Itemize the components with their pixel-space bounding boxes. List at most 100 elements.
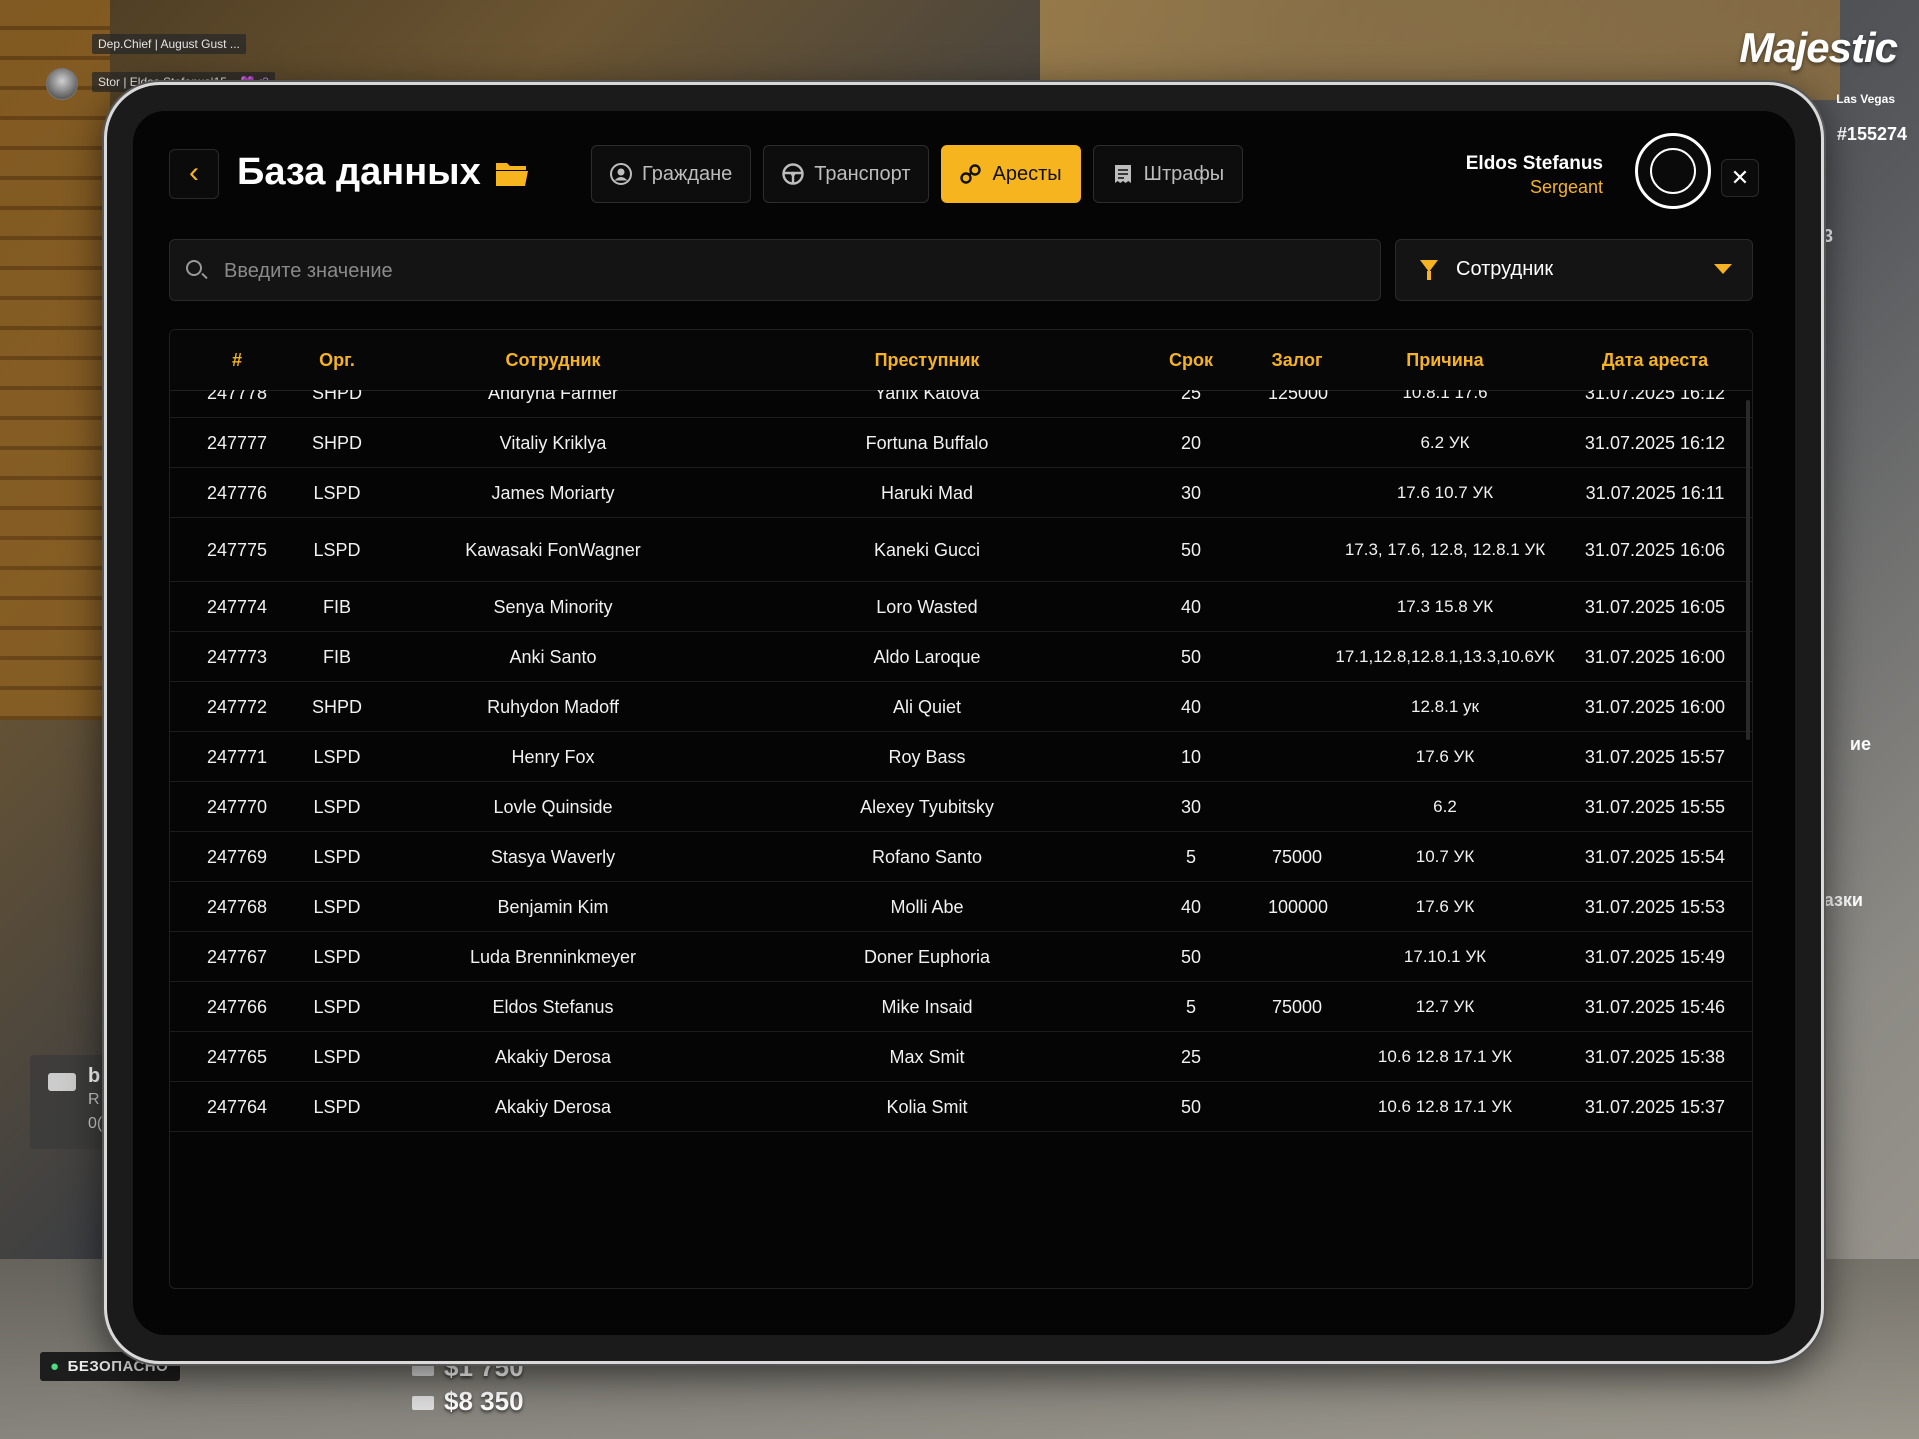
table-cell: Stasya Waverly <box>490 846 616 867</box>
side-fragment-1: 3 <box>1822 226 1833 246</box>
table-header: # Орг. Сотрудник Преступник Срок Залог Причина… <box>170 330 1752 391</box>
table-cell: 247778 <box>206 390 268 403</box>
table-cell: Mike Insaid <box>881 996 973 1017</box>
table-cell: 25 <box>1180 390 1202 403</box>
brand-logo: Majestic <box>1739 24 1898 72</box>
table-cell: Doner Euphoria <box>863 946 991 967</box>
table-cell: Anki Santo <box>509 646 597 667</box>
table-row[interactable]: 247767 LSPD Luda Brenninkmeyer Doner Euphor… <box>170 932 1752 982</box>
user-rank: Sergeant <box>1529 177 1603 197</box>
tab-fines-label: Штрафы <box>1143 162 1225 185</box>
filter-label: Сотрудник <box>1456 258 1554 280</box>
table-cell: 50 <box>1180 646 1202 667</box>
column-header: Причина <box>1406 349 1484 370</box>
table-cell: SHPD <box>311 696 362 717</box>
tab-fines[interactable]: Штрафы <box>1092 145 1244 203</box>
table-row[interactable]: 247777 SHPD Vitaliy Kriklya Fortuna Buffalo… <box>170 418 1752 468</box>
filter-icon <box>1420 260 1438 280</box>
table-cell: James Moriarty <box>491 482 615 503</box>
user-profile: Eldos Stefanus Sergeant <box>1466 145 1603 198</box>
column-header: Сотрудник <box>505 349 601 370</box>
table-cell: 31.07.2025 15:53 <box>1584 896 1726 917</box>
table-row[interactable]: 247769 LSPD Stasya Waverly Rofano Santo 5 750… <box>170 832 1752 882</box>
table-cell: 31.07.2025 16:00 <box>1584 696 1726 717</box>
column-header: Преступник <box>874 349 980 370</box>
table-cell: LSPD <box>313 796 361 817</box>
card-fragment-2: R <box>88 1091 100 1108</box>
table-cell: 25 <box>1180 1046 1202 1067</box>
table-cell: LSPD <box>313 482 361 503</box>
table-cell: Aldo Laroque <box>873 646 981 667</box>
table-row[interactable]: 247775 LSPD Kawasaki FonWagner Kaneki Gucci… <box>170 518 1752 582</box>
city-seal-icon <box>1635 133 1711 209</box>
table-cell: 17.6 УК <box>1415 746 1475 766</box>
table-cell: Akakiy Derosa <box>494 1096 612 1117</box>
table-cell: Alexey Tyubitsky <box>860 796 994 817</box>
header-bar: ‹ База данных Граждане Транспорт Аресты <box>169 133 1759 209</box>
table-cell: LSPD <box>313 539 361 560</box>
side-fragment-3: азки <box>1823 890 1863 910</box>
table-cell: Haruki Mad <box>880 482 974 503</box>
steering-wheel-icon <box>782 163 804 185</box>
table-cell: 30 <box>1180 796 1202 817</box>
table-cell: 17.6 10.7 УК <box>1396 482 1494 502</box>
column-header: Орг. <box>319 349 355 370</box>
table-row[interactable]: 247773 FIB Anki Santo Aldo Laroque 50 17.1,12… <box>170 632 1752 682</box>
table-cell: 247767 <box>206 946 268 967</box>
close-button[interactable]: ✕ <box>1721 159 1759 197</box>
table-row[interactable]: 247766 LSPD Eldos Stefanus Mike Insaid 5 7500… <box>170 982 1752 1032</box>
table-cell: Molli Abe <box>890 896 964 917</box>
table-row[interactable]: 247770 LSPD Lovle Quinside Alexey Tyubitsky… <box>170 782 1752 832</box>
table-cell: Akakiy Derosa <box>494 1046 612 1067</box>
cash-icon <box>412 1362 434 1377</box>
tab-arrests[interactable]: Аресты <box>941 145 1081 203</box>
table-cell: Kawasaki FonWagner <box>465 539 641 560</box>
table-body[interactable]: 247778 SHPD Andryha Farmer Yanix Katova 25 12… <box>170 390 1752 1288</box>
table-cell: 50 <box>1180 1096 1202 1117</box>
search-input[interactable] <box>222 240 1326 302</box>
table-cell: Roy Bass <box>888 746 966 767</box>
column-header: Срок <box>1169 349 1213 370</box>
table-row[interactable]: 247776 LSPD James Moriarty Haruki Mad 30 17.6… <box>170 468 1752 518</box>
table-cell: Kolia Smit <box>886 1096 968 1117</box>
brand-text: Majestic <box>1739 24 1898 71</box>
table-cell: 40 <box>1180 596 1202 617</box>
camera-icon <box>48 1073 76 1091</box>
table-cell: 31.07.2025 16:12 <box>1584 390 1726 403</box>
table-cell: 247776 <box>206 482 268 503</box>
tab-citizens[interactable]: Граждане <box>591 145 752 203</box>
table-cell: 247765 <box>206 1046 268 1067</box>
table-row[interactable]: 247774 FIB Senya Minority Loro Wasted 40 17.3… <box>170 582 1752 632</box>
table-scrollbar[interactable] <box>1746 400 1750 740</box>
table-row[interactable]: 247772 SHPD Ruhydon Madoff Ali Quiet 40 12.8.… <box>170 682 1752 732</box>
table-row[interactable]: 247771 LSPD Henry Fox Roy Bass 10 17.6 УК 31.0… <box>170 732 1752 782</box>
card-icon <box>412 1396 434 1411</box>
table-cell: 12.7 УК <box>1415 996 1475 1016</box>
table-row[interactable]: 247764 LSPD Akakiy Derosa Kolia Smit 50 10.6 … <box>170 1082 1752 1132</box>
table-cell: 31.07.2025 15:57 <box>1584 746 1726 767</box>
handcuffs-icon <box>960 164 982 184</box>
table-cell: 5 <box>1185 996 1196 1017</box>
table-cell: 247774 <box>206 596 268 617</box>
table-cell: LSPD <box>313 746 361 767</box>
table-cell: LSPD <box>313 846 361 867</box>
table-cell: 17.6 УК <box>1415 896 1475 916</box>
table-cell: 40 <box>1180 896 1202 917</box>
filter-dropdown[interactable]: Сотрудник <box>1395 239 1753 301</box>
bank-display: $8 350 <box>412 1386 524 1417</box>
table-cell: 12.8.1 ук <box>1411 696 1479 716</box>
table-cell: SHPD <box>311 390 362 403</box>
bank-amount: $8 350 <box>444 1386 524 1416</box>
table-row[interactable]: 247765 LSPD Akakiy Derosa Max Smit 25 10.6 12… <box>170 1032 1752 1082</box>
tab-citizens-label: Граждане <box>642 162 733 185</box>
arrests-table: # Орг. Сотрудник Преступник Срок Залог Причина… <box>169 329 1753 1289</box>
table-row[interactable]: 247778 SHPD Andryha Farmer Yanix Katova 25 12… <box>170 390 1752 418</box>
table-row[interactable]: 247768 LSPD Benjamin Kim Molli Abe 40 100000 1… <box>170 882 1752 932</box>
table-cell: 20 <box>1180 432 1202 453</box>
table-cell: 31.07.2025 15:46 <box>1584 996 1726 1017</box>
back-button[interactable]: ‹ <box>169 149 219 199</box>
tab-transport[interactable]: Транспорт <box>763 145 930 203</box>
table-cell: Max Smit <box>889 1046 965 1067</box>
column-header: Залог <box>1271 349 1323 370</box>
table-cell: 31.07.2025 15:49 <box>1584 946 1726 967</box>
